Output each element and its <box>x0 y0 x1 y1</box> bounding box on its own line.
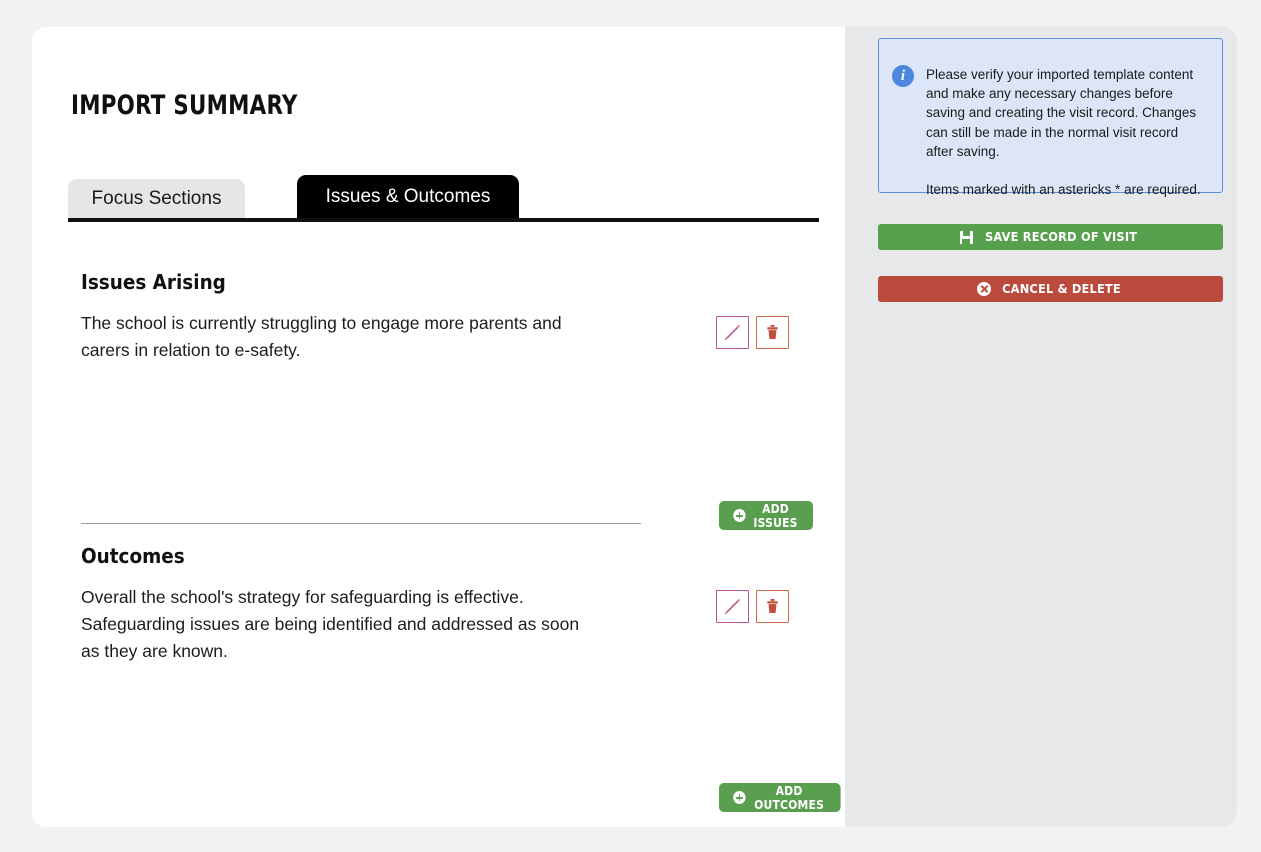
section-divider <box>81 523 641 524</box>
section-outcomes-text: Overall the school's strategy for safegu… <box>81 587 580 661</box>
delete-issues-button[interactable] <box>756 316 789 349</box>
edit-issues-button[interactable] <box>716 316 749 349</box>
plus-circle-icon <box>733 509 746 522</box>
section-outcomes-body: Overall the school's strategy for safegu… <box>81 584 811 665</box>
trash-icon <box>767 324 778 339</box>
tab-underline <box>68 218 819 222</box>
edit-outcomes-button[interactable] <box>716 590 749 623</box>
add-outcomes-label: ADD OUTCOMES <box>754 783 825 812</box>
add-issues-button[interactable]: ADD ISSUES <box>719 501 814 530</box>
section-outcomes-heading: Outcomes <box>81 544 185 568</box>
delete-outcomes-button[interactable] <box>756 590 789 623</box>
floppy-disk-icon <box>959 230 973 244</box>
page-title: IMPORT SUMMARY <box>71 90 298 121</box>
pencil-icon <box>724 598 741 615</box>
section-outcomes-actions <box>716 590 789 623</box>
section-issues-text: The school is currently struggling to en… <box>81 313 562 360</box>
add-outcomes-button[interactable]: ADD OUTCOMES <box>719 783 841 812</box>
info-alert-text: Please verify your imported template con… <box>926 67 1201 198</box>
pencil-icon <box>724 324 741 341</box>
plus-circle-icon <box>733 791 746 804</box>
save-record-of-visit-button[interactable]: SAVE RECORD OF VISIT <box>878 224 1223 250</box>
section-issues-body: The school is currently struggling to en… <box>81 310 811 364</box>
tab-focus-sections[interactable]: Focus Sections <box>68 179 245 218</box>
sidebar: i Please verify your imported template c… <box>845 27 1237 827</box>
section-issues-actions <box>716 316 789 349</box>
cancel-button-label: CANCEL & DELETE <box>1002 282 1121 296</box>
section-issues-heading: Issues Arising <box>81 270 226 294</box>
trash-icon <box>767 598 778 613</box>
info-alert-box: i Please verify your imported template c… <box>878 38 1223 198</box>
section-issues-arising: Issues Arising The school is currently s… <box>81 270 814 530</box>
x-circle-icon <box>977 282 991 296</box>
tab-bar: Focus Sections Issues & Outcomes <box>68 152 819 225</box>
tab-focus-sections-label: Focus Sections <box>91 187 222 209</box>
main-panel: IMPORT SUMMARY Focus Sections Issues & O… <box>32 27 845 827</box>
add-issues-label: ADD ISSUES <box>753 501 798 530</box>
section-outcomes: Outcomes Overall the school's strategy f… <box>81 544 841 812</box>
tab-issues-outcomes-label: Issues & Outcomes <box>325 185 491 207</box>
save-button-label: SAVE RECORD OF VISIT <box>984 230 1138 244</box>
import-summary-card: IMPORT SUMMARY Focus Sections Issues & O… <box>32 27 1237 827</box>
info-icon: i <box>892 65 914 87</box>
tab-issues-outcomes[interactable]: Issues & Outcomes <box>297 175 519 218</box>
cancel-and-delete-button[interactable]: CANCEL & DELETE <box>878 276 1223 302</box>
